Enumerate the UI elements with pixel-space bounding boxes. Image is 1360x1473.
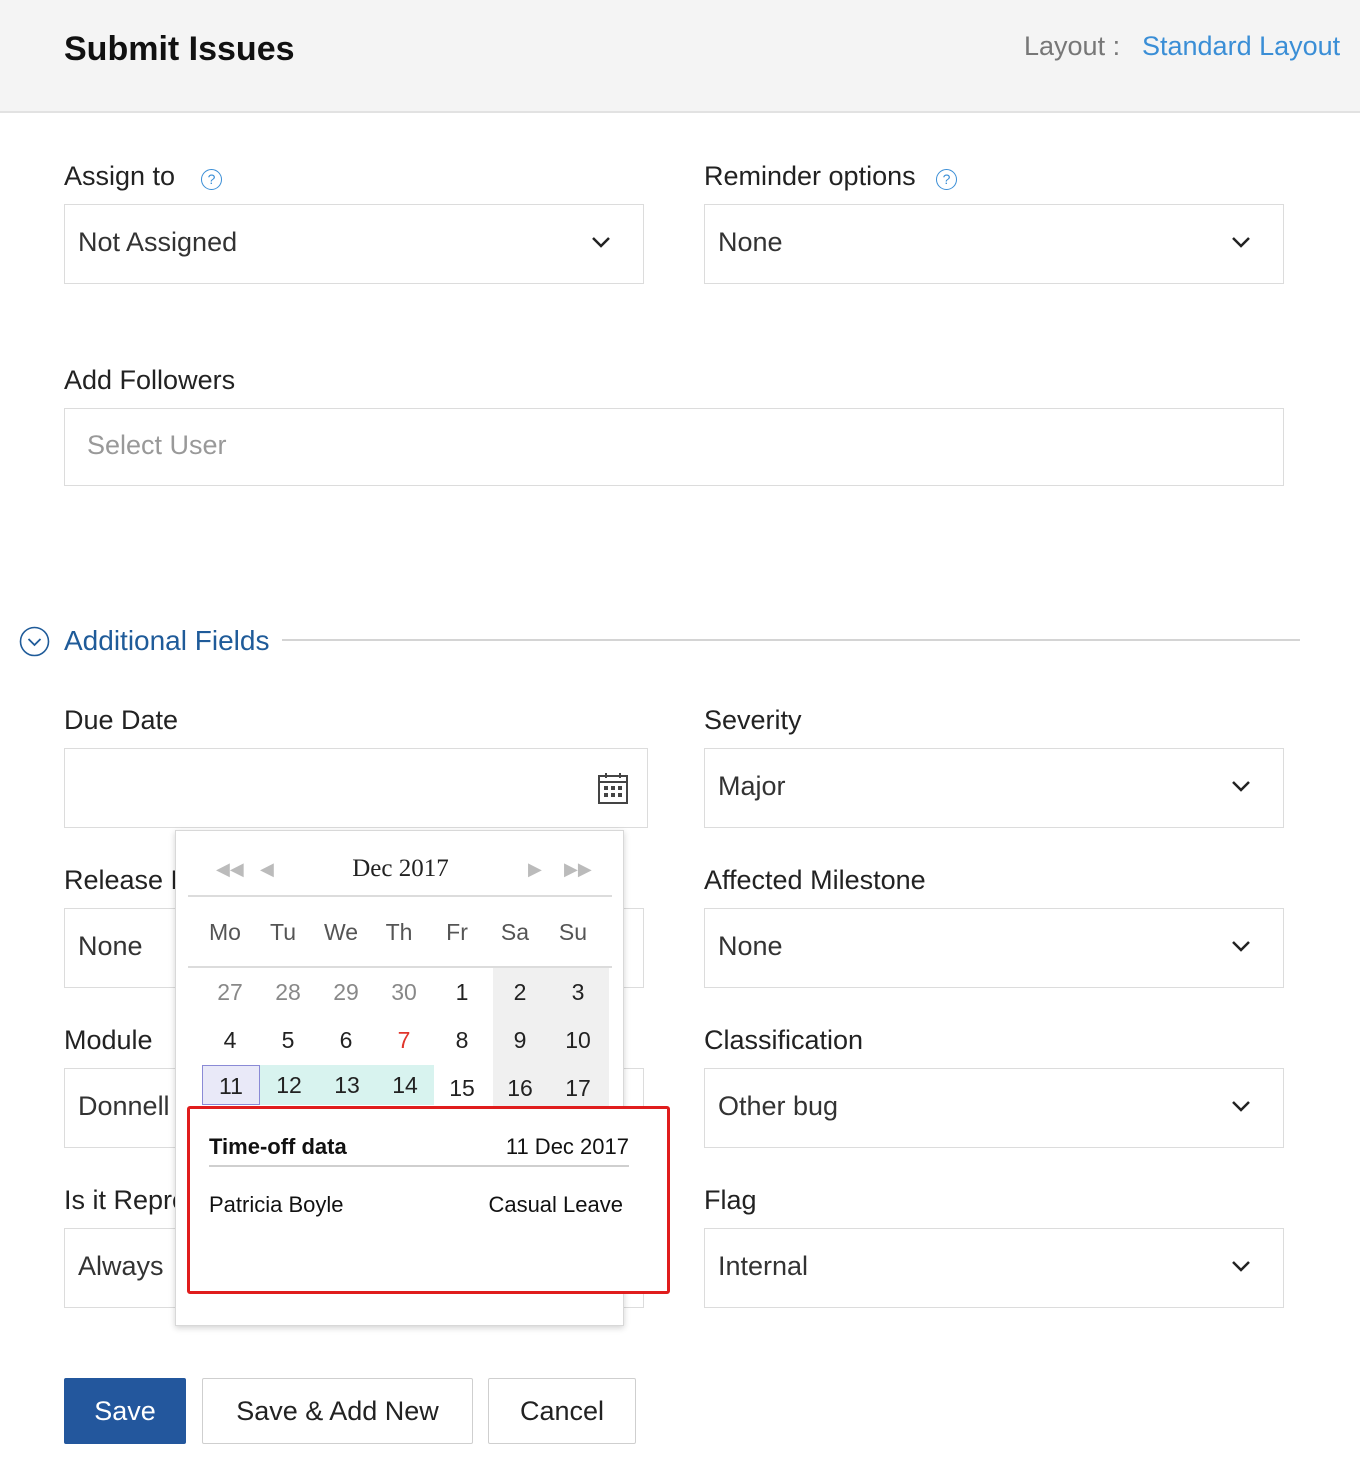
chevron-down-icon xyxy=(592,237,610,248)
calendar-day[interactable]: 30 xyxy=(375,972,433,1012)
chevron-down-icon xyxy=(1232,941,1250,952)
add-followers-input[interactable]: Select User xyxy=(64,408,1284,486)
due-date-input[interactable] xyxy=(64,748,648,828)
weekday-label: Su xyxy=(558,919,588,945)
severity-label: Severity xyxy=(704,705,802,735)
calendar-day-leave[interactable]: 12 xyxy=(260,1065,318,1105)
help-icon[interactable]: ? xyxy=(936,169,957,190)
reproducible-label: Is it Repro xyxy=(64,1185,188,1215)
affected-milestone-select[interactable]: None xyxy=(704,908,1284,988)
date-picker-month: Dec 2017 xyxy=(352,855,449,882)
calendar-icon[interactable] xyxy=(597,771,629,805)
tooltip-title: Time-off data xyxy=(209,1134,347,1159)
save-and-add-new-button[interactable]: Save & Add New xyxy=(202,1378,473,1444)
page-title: Submit Issues xyxy=(64,30,295,68)
reproducible-value: Always xyxy=(78,1251,164,1281)
calendar-day[interactable]: 3 xyxy=(549,972,607,1012)
tooltip-person-name: Patricia Boyle xyxy=(209,1192,344,1217)
calendar-day[interactable]: 27 xyxy=(201,972,259,1012)
calendar-day[interactable]: 5 xyxy=(259,1020,317,1060)
calendar-day[interactable]: 9 xyxy=(491,1020,549,1060)
calendar-day[interactable]: 8 xyxy=(433,1020,491,1060)
severity-select[interactable]: Major xyxy=(704,748,1284,828)
module-label: Module xyxy=(64,1025,153,1055)
calendar-day[interactable]: 1 xyxy=(433,972,491,1012)
assign-to-label: Assign to xyxy=(64,161,176,191)
add-followers-placeholder: Select User xyxy=(87,430,227,460)
assign-to-select[interactable]: Not Assigned xyxy=(64,204,644,284)
section-title[interactable]: Additional Fields xyxy=(64,625,269,657)
chevron-down-icon xyxy=(1232,1101,1250,1112)
section-divider xyxy=(282,639,1300,641)
calendar-day[interactable]: 2 xyxy=(491,972,549,1012)
calendar-day-holiday[interactable]: 7 xyxy=(375,1020,433,1060)
calendar-day[interactable]: 10 xyxy=(549,1020,607,1060)
chevron-down-icon xyxy=(1232,781,1250,792)
reminder-options-label: Reminder options xyxy=(704,161,916,191)
affected-milestone-value: None xyxy=(718,931,783,961)
release-milestone-value: None xyxy=(78,931,143,961)
flag-value: Internal xyxy=(718,1251,809,1281)
layout-label: Layout : xyxy=(1024,31,1121,61)
calendar-day[interactable]: 17 xyxy=(549,1068,607,1108)
help-icon[interactable]: ? xyxy=(201,169,222,190)
calendar-day[interactable]: 15 xyxy=(433,1068,491,1108)
cancel-button[interactable]: Cancel xyxy=(488,1378,636,1444)
weekday-label: Mo xyxy=(209,919,241,945)
flag-select[interactable]: Internal xyxy=(704,1228,1284,1308)
page-header: Submit Issues Layout : Standard Layout xyxy=(0,0,1360,113)
assign-to-value: Not Assigned xyxy=(78,227,238,257)
classification-select[interactable]: Other bug xyxy=(704,1068,1284,1148)
layout-selector-link[interactable]: Standard Layout xyxy=(1142,31,1340,62)
time-off-tooltip: Time-off data 11 Dec 2017 Patricia Boyle… xyxy=(187,1106,670,1294)
due-date-label: Due Date xyxy=(64,705,179,735)
calendar-day[interactable]: 28 xyxy=(259,972,317,1012)
chevron-down-icon xyxy=(1232,237,1250,248)
calendar-day-today[interactable]: 11 xyxy=(202,1065,260,1105)
weekday-label: Tu xyxy=(270,919,296,945)
save-button[interactable]: Save xyxy=(64,1378,186,1444)
affected-milestone-label: Affected Milestone xyxy=(704,865,926,895)
calendar-day[interactable]: 4 xyxy=(201,1020,259,1060)
severity-value: Major xyxy=(718,771,786,801)
reminder-options-select[interactable]: None xyxy=(704,204,1284,284)
weekday-label: Th xyxy=(385,919,413,945)
calendar-day[interactable]: 16 xyxy=(491,1068,549,1108)
reminder-options-value: None xyxy=(718,227,783,257)
weekday-label: Fr xyxy=(446,919,468,945)
collapse-section-icon[interactable] xyxy=(19,626,50,657)
calendar-day-leave[interactable]: 13 xyxy=(318,1065,376,1105)
date-picker-divider xyxy=(188,895,612,897)
next-year-icon[interactable]: ▶▶ xyxy=(564,859,592,880)
module-value: Donnell xyxy=(78,1091,170,1121)
calendar-day[interactable]: 6 xyxy=(317,1020,375,1060)
calendar-day-leave[interactable]: 14 xyxy=(376,1065,434,1105)
weekday-label: We xyxy=(323,919,359,945)
classification-value: Other bug xyxy=(718,1091,839,1121)
next-month-icon[interactable]: ▶ xyxy=(528,859,542,880)
tooltip-divider xyxy=(209,1165,629,1167)
weekday-label: Sa xyxy=(500,919,530,945)
release-milestone-label: Release M xyxy=(64,865,194,895)
tooltip-leave-type: Casual Leave xyxy=(488,1192,623,1217)
add-followers-label: Add Followers xyxy=(64,365,236,395)
flag-label: Flag xyxy=(704,1185,757,1215)
tooltip-date: 11 Dec 2017 xyxy=(505,1134,629,1159)
chevron-down-icon xyxy=(1232,1261,1250,1272)
calendar-day[interactable]: 29 xyxy=(317,972,375,1012)
classification-label: Classification xyxy=(704,1025,864,1055)
